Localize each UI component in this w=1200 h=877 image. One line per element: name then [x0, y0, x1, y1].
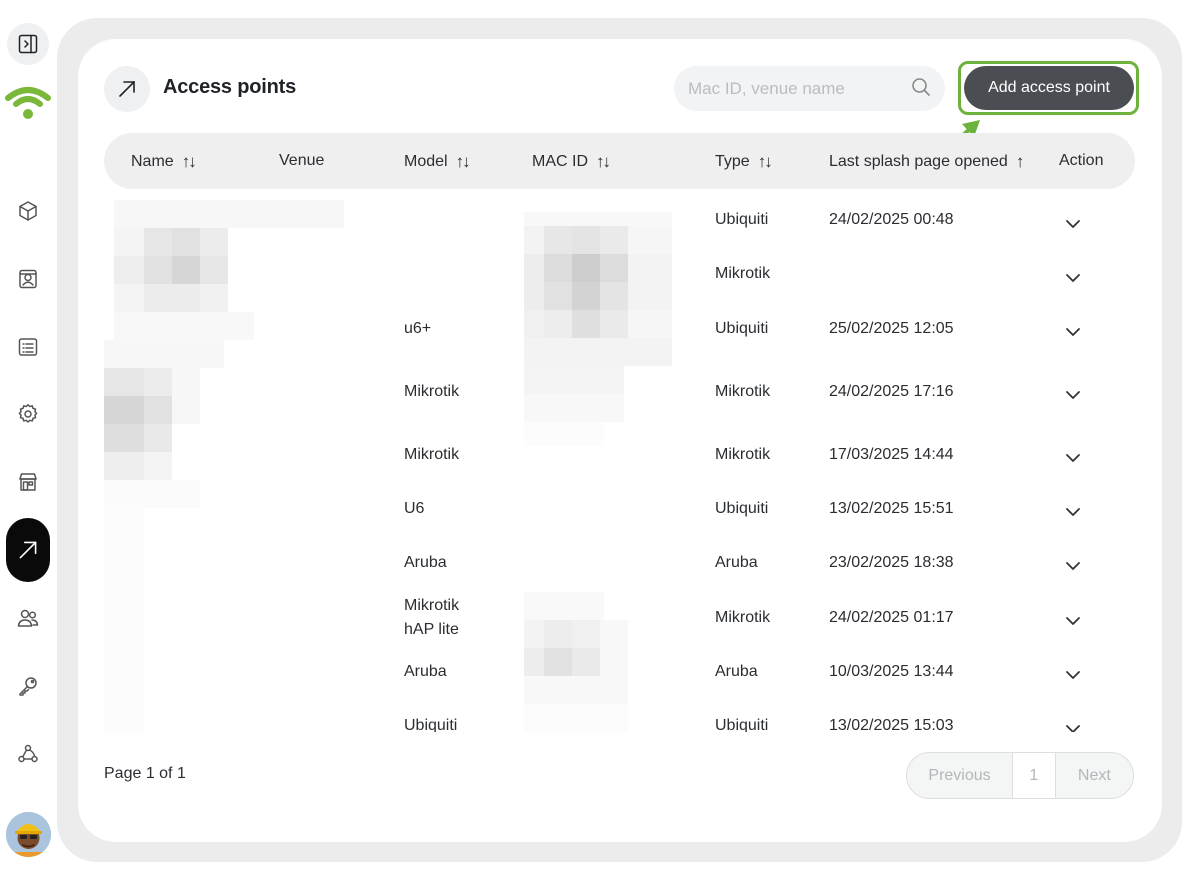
- row-9-chevron-down-icon[interactable]: [1065, 721, 1081, 732]
- user-avatar[interactable]: [6, 812, 51, 857]
- table-row-2-model: u6+: [404, 320, 432, 337]
- redacted-name-column: [104, 200, 344, 732]
- table-row-7-model: Mikrotik hAP lite: [404, 597, 460, 638]
- table-row-6-model: Aruba: [404, 554, 447, 571]
- column-header-name[interactable]: Name ↑↓: [131, 152, 197, 172]
- table-row-4-type: Mikrotik: [715, 446, 771, 463]
- store-icon[interactable]: [7, 461, 49, 503]
- column-header-venue: Venue: [279, 152, 325, 169]
- row-6-chevron-down-icon[interactable]: [1065, 558, 1081, 570]
- table-row-3-last: 24/02/2025 17:16: [829, 383, 954, 400]
- table-body: Ubiquiti 24/02/2025 00:48 Mikrotik u6+ U…: [104, 192, 1135, 732]
- table-row-5-model: U6: [404, 500, 425, 517]
- table-row-2-type: Ubiquiti: [715, 320, 769, 337]
- table-row-5-type: Ubiquiti: [715, 500, 769, 517]
- redacted-mac-id-column: [524, 212, 672, 732]
- users-icon[interactable]: [7, 597, 49, 639]
- add-access-point-button[interactable]: Add access point: [964, 66, 1134, 110]
- page-info: Page 1 of 1: [104, 765, 186, 782]
- table-row-6-type: Aruba: [715, 554, 758, 571]
- search-input[interactable]: [674, 66, 945, 111]
- row-1-chevron-down-icon[interactable]: [1065, 270, 1081, 282]
- table-row-8-last: 10/03/2025 13:44: [829, 663, 954, 680]
- sort-icon[interactable]: ↑↓: [758, 152, 773, 172]
- sort-icon[interactable]: ↑↓: [182, 152, 197, 172]
- row-8-chevron-down-icon[interactable]: [1065, 667, 1081, 679]
- row-2-chevron-down-icon[interactable]: [1065, 324, 1081, 336]
- column-header-mac-id[interactable]: MAC ID ↑↓: [532, 152, 611, 172]
- table-row-5-last: 13/02/2025 15:51: [829, 500, 954, 517]
- table-row-3-model: Mikrotik: [404, 383, 460, 400]
- table-row-2-last: 25/02/2025 12:05: [829, 320, 954, 337]
- previous-button[interactable]: Previous: [907, 753, 1012, 798]
- table-row-7-type: Mikrotik: [715, 609, 771, 626]
- table-row-6-last: 23/02/2025 18:38: [829, 554, 954, 571]
- column-header-model[interactable]: Model ↑↓: [404, 152, 471, 172]
- table-row-9-type: Ubiquiti: [715, 717, 769, 732]
- table-row-8-type: Aruba: [715, 663, 758, 680]
- collapse-sidebar-icon[interactable]: [7, 23, 49, 65]
- row-3-chevron-down-icon[interactable]: [1065, 387, 1081, 399]
- page-number-button[interactable]: 1: [1012, 753, 1056, 798]
- key-icon[interactable]: [7, 665, 49, 707]
- page-title: Access points: [163, 76, 297, 98]
- table-row-9-last: 13/02/2025 15:03: [829, 717, 954, 732]
- table-row-0-type: Ubiquiti: [715, 211, 769, 228]
- sort-asc-icon[interactable]: ↑: [1016, 152, 1024, 172]
- next-button[interactable]: Next: [1056, 753, 1133, 798]
- row-7-chevron-down-icon[interactable]: [1065, 613, 1081, 625]
- contacts-icon[interactable]: [7, 258, 49, 300]
- sidebar: [0, 0, 56, 877]
- column-header-action: Action: [1059, 152, 1104, 169]
- table-row-3-type: Mikrotik: [715, 383, 771, 400]
- table-row-7-last: 24/02/2025 01:17: [829, 609, 954, 626]
- access-points-nav-icon[interactable]: [6, 518, 50, 582]
- box-icon[interactable]: [7, 190, 49, 232]
- table-row-4-last: 17/03/2025 14:44: [829, 446, 954, 463]
- integrations-webhook-icon[interactable]: [7, 733, 49, 775]
- sort-icon[interactable]: ↑↓: [456, 152, 471, 172]
- table-row-9-model: Ubiquiti: [404, 717, 458, 732]
- row-5-chevron-down-icon[interactable]: [1065, 504, 1081, 516]
- row-4-chevron-down-icon[interactable]: [1065, 450, 1081, 462]
- app: Access points Add access point Name↑↓ Ve…: [0, 0, 1200, 877]
- table-row-8-model: Aruba: [404, 663, 447, 680]
- wifi-logo-icon[interactable]: [4, 82, 52, 122]
- table-row-4-model: Mikrotik: [404, 446, 460, 463]
- column-header-last-splash[interactable]: Last splash page opened ↑: [829, 152, 1024, 172]
- search-icon[interactable]: [910, 76, 932, 98]
- settings-gear-icon[interactable]: [7, 393, 49, 435]
- reports-icon[interactable]: [7, 326, 49, 368]
- column-header-type[interactable]: Type ↑↓: [715, 152, 773, 172]
- row-0-chevron-down-icon[interactable]: [1065, 216, 1081, 228]
- table-row-1-type: Mikrotik: [715, 265, 771, 282]
- access-points-header-icon: [104, 66, 150, 112]
- pagination: Previous 1 Next: [906, 752, 1134, 799]
- table-row-0-last: 24/02/2025 00:48: [829, 211, 954, 228]
- sort-icon[interactable]: ↑↓: [596, 152, 611, 172]
